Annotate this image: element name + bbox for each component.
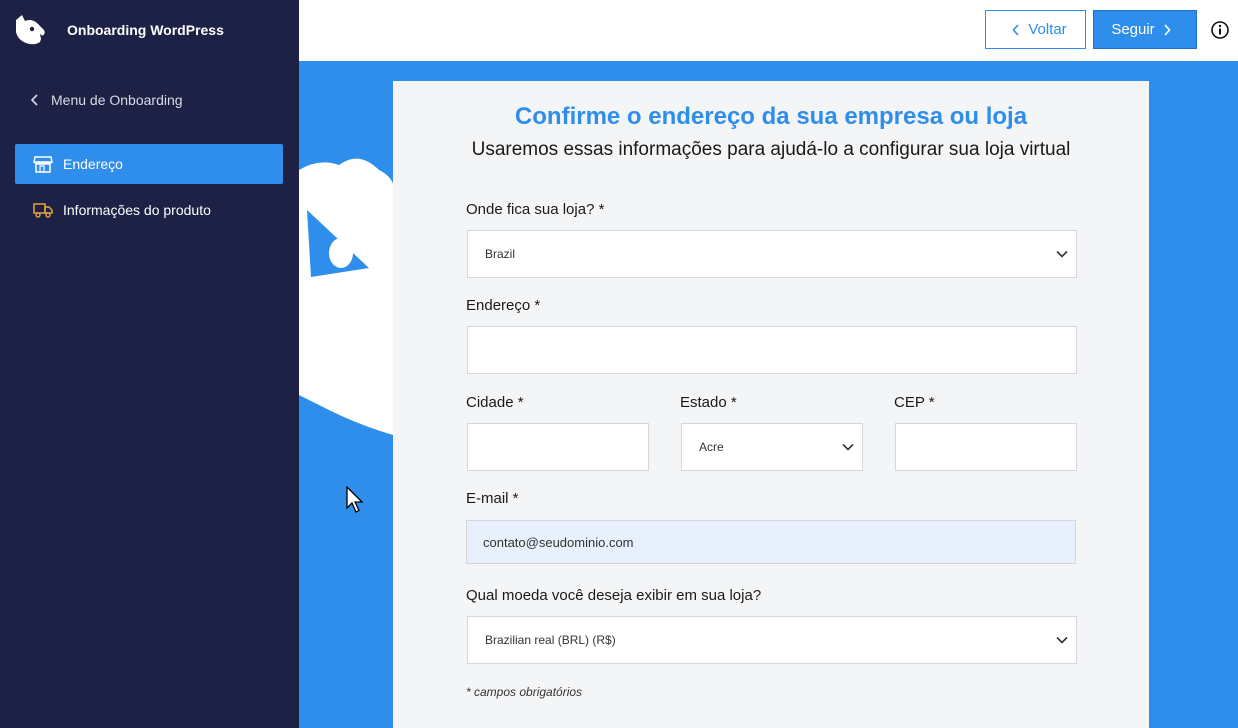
city-label: Cidade * xyxy=(466,394,524,411)
brand: Onboarding WordPress xyxy=(12,12,224,48)
zip-label: CEP * xyxy=(894,394,935,411)
next-button[interactable]: Seguir xyxy=(1093,10,1197,49)
country-select-value: Brazil xyxy=(485,247,516,261)
sidebar-item-label: Informações do produto xyxy=(63,202,211,218)
state-label: Estado * xyxy=(680,394,737,411)
store-icon xyxy=(33,156,53,173)
email-input[interactable]: contato@seudominio.com xyxy=(466,520,1076,564)
chevron-down-icon xyxy=(1056,250,1068,258)
country-label: Onde fica sua loja? * xyxy=(466,201,605,218)
required-fields-note: * campos obrigatórios xyxy=(466,685,583,699)
country-select[interactable]: Brazil xyxy=(467,230,1077,278)
top-bar: Voltar Seguir xyxy=(299,0,1238,61)
email-label: E-mail * xyxy=(466,490,519,507)
city-input[interactable] xyxy=(467,423,649,471)
zip-input[interactable] xyxy=(895,423,1077,471)
currency-label: Qual moeda você deseja exibir em sua loj… xyxy=(466,587,762,604)
state-select-value: Acre xyxy=(699,440,724,454)
address-input[interactable] xyxy=(467,326,1077,374)
sidebar: Onboarding WordPress Menu de Onboarding … xyxy=(0,0,299,728)
back-button[interactable]: Voltar xyxy=(985,10,1086,49)
sidebar-item-label: Endereço xyxy=(63,156,123,172)
back-menu-label: Menu de Onboarding xyxy=(51,92,183,108)
chevron-right-icon xyxy=(1164,23,1171,36)
mouse-cursor-icon xyxy=(346,486,364,513)
app-title: Onboarding WordPress xyxy=(67,22,224,38)
state-select[interactable]: Acre xyxy=(681,423,863,471)
chevron-left-icon xyxy=(30,94,38,106)
chevron-down-icon xyxy=(1056,636,1068,644)
chevron-down-icon xyxy=(842,443,854,451)
next-button-label: Seguir xyxy=(1111,21,1155,38)
sidebar-item-informacoes-produto[interactable]: Informações do produto xyxy=(15,190,283,230)
address-form-card: Confirme o endereço da sua empresa ou lo… xyxy=(393,81,1149,728)
currency-select-value: Brazilian real (BRL) (R$) xyxy=(485,633,616,647)
currency-select[interactable]: Brazilian real (BRL) (R$) xyxy=(467,616,1077,664)
page-title: Confirme o endereço da sua empresa ou lo… xyxy=(514,103,1028,130)
truck-icon xyxy=(33,203,53,218)
onboarding-menu-back[interactable]: Menu de Onboarding xyxy=(30,92,183,108)
address-label: Endereço * xyxy=(466,297,541,314)
page-subtitle: Usaremos essas informações para ajudá-lo… xyxy=(471,139,1071,160)
back-button-label: Voltar xyxy=(1028,21,1067,38)
info-icon[interactable] xyxy=(1210,20,1230,40)
logo-icon xyxy=(16,15,46,45)
chevron-left-icon xyxy=(1012,23,1019,36)
email-input-value: contato@seudominio.com xyxy=(483,534,634,550)
sidebar-item-endereco[interactable]: Endereço xyxy=(15,144,283,184)
